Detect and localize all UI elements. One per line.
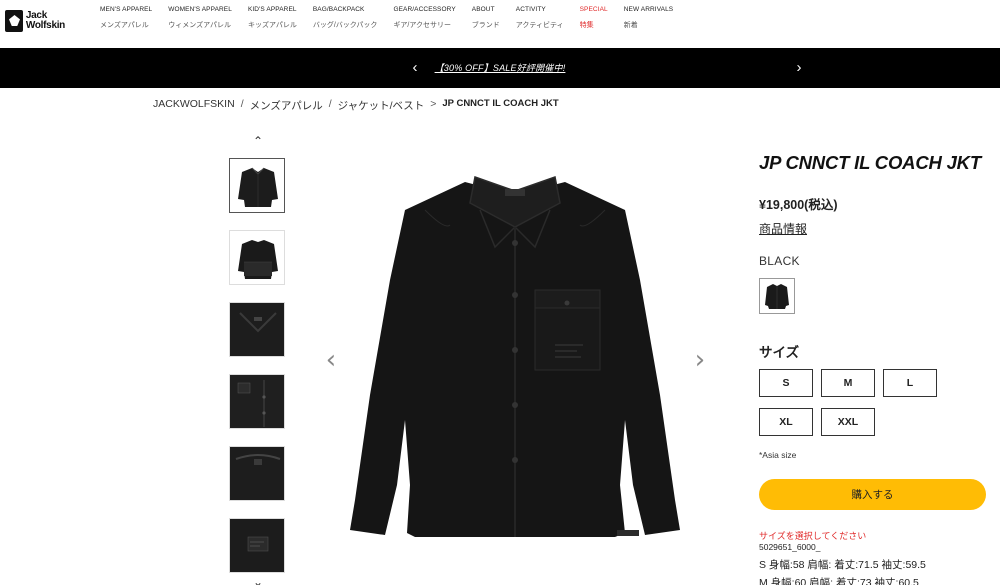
nav-item-mens[interactable]: MEN'S APPAREL メンズアパレル [100,5,152,30]
jacket-main-image [350,176,680,537]
size-required-message: サイズを選択してください [759,531,867,541]
brand-wordmark: Jack Wolfskin [26,11,65,31]
thumbnail-back[interactable] [229,230,285,285]
nav-item-en: ABOUT [471,6,495,13]
nav-item-womens[interactable]: WOMEN'S APPAREL ウィメンズアパレル [168,5,232,30]
nav-item-special[interactable]: SPECIAL 特集 [580,5,608,30]
jacket-thumbnail-image [230,375,284,428]
size-label: サイズ [759,345,800,360]
product-price: ¥19,800(税込) [759,198,838,212]
thumbnail-detail[interactable] [229,374,285,429]
size-dimensions-m: M 身幅:60 肩幅: 着丈:73 袖丈:60.5 [759,577,919,585]
breadcrumb-jackets[interactable]: ジャケット/ベスト [338,98,425,113]
nav-item-en: BAG/BACKPACK [312,6,365,13]
nav-item-jp: 特集 [579,22,594,29]
thumbnail-front[interactable] [229,158,285,213]
jacket-swatch-image [765,284,789,309]
product-sku: 5029651_6000_ [759,542,821,552]
promo-banner-link[interactable]: 【30% OFF】SALE好評開催中! [0,61,1000,74]
size-option-l[interactable]: L [883,369,937,397]
nav-item-jp: キッズアパレル [247,22,297,29]
nav-item-jp: メンズアパレル [100,22,149,29]
thumbnail-collar[interactable] [229,302,285,357]
buy-button[interactable]: 購入する [759,479,986,510]
color-swatch-black[interactable] [759,278,795,314]
nav-item-jp: ブランド [471,22,500,29]
chevron-right-icon[interactable]: › [690,345,710,375]
product-info-link[interactable]: 商品情報 [759,220,807,237]
chevron-left-icon[interactable]: ‹ [321,345,341,375]
nav-item-en: NEW ARRIVALS [623,6,674,13]
paw-logo-icon [5,10,23,32]
nav-item-jp: ギア/アクセサリー [393,22,452,29]
jacket-thumbnail-image [238,167,278,207]
nav-item-jp: ウィメンズアパレル [168,22,232,29]
jacket-thumbnail-image [230,303,284,356]
chevron-up-icon[interactable]: ⌃ [250,134,266,150]
jacket-thumbnail-image [230,519,284,572]
breadcrumb: JACKWOLFSKIN / メンズアパレル / ジャケット/ベスト > JP … [153,98,559,113]
nav-item-en: WOMEN'S APPAREL [168,6,232,13]
nav-item-kids[interactable]: KID'S APPAREL キッズアパレル [248,5,297,30]
nav-item-new-arrivals[interactable]: NEW ARRIVALS 新着 [624,5,673,30]
product-title: JP CNNCT IL COACH JKT [759,152,981,173]
nav-item-bags[interactable]: BAG/BACKPACK バッグ/バックパック [313,5,378,30]
breadcrumb-current: JP CNNCT IL COACH JKT [442,98,559,109]
color-name: BLACK [759,254,800,268]
site-header: Jack Wolfskin MEN'S APPAREL メンズアパレル WOME… [0,0,1000,48]
size-option-xl[interactable]: XL [759,408,813,436]
nav-item-en: KID'S APPAREL [247,6,297,13]
thumbnail-back-collar[interactable] [229,446,285,501]
jacket-thumbnail-image [238,240,278,279]
breadcrumb-current-marker: > [430,98,437,110]
chevron-right-icon[interactable]: › [789,58,809,78]
nav-item-about[interactable]: ABOUT ブランド [472,5,500,30]
chevron-down-icon[interactable]: ⌄ [250,575,266,585]
nav-item-en: SPECIAL [579,6,608,13]
nav-item-en: ACTIVITY [515,6,546,13]
nav-item-gear[interactable]: GEAR/ACCESSORY ギア/アクセサリー [393,5,455,30]
main-nav: MEN'S APPAREL メンズアパレル WOMEN'S APPAREL ウィ… [100,5,689,30]
main-product-image[interactable] [315,155,715,585]
breadcrumb-separator: / [240,98,244,110]
breadcrumb-separator: / [328,98,332,110]
jacket-thumbnail-image [230,447,284,500]
nav-item-en: GEAR/ACCESSORY [393,6,456,13]
brand-name-line2: Wolfskin [25,20,65,31]
size-note: *Asia size [759,450,797,460]
nav-item-activity[interactable]: ACTIVITY アクティビティ [516,5,564,30]
promo-banner: ‹ 【30% OFF】SALE好評開催中! › [0,48,1000,88]
size-option-m[interactable]: M [821,369,875,397]
breadcrumb-mens[interactable]: メンズアパレル [250,98,323,113]
nav-item-jp: アクティビティ [515,22,564,29]
thumbnail-label[interactable] [229,518,285,573]
breadcrumb-home[interactable]: JACKWOLFSKIN [153,98,235,113]
nav-item-jp: 新着 [623,22,638,29]
size-option-xxl[interactable]: XXL [821,408,875,436]
brand-logo[interactable]: Jack Wolfskin [5,6,65,36]
nav-item-jp: バッグ/バックパック [312,22,378,29]
size-dimensions-s: S 身幅:58 肩幅: 着丈:71.5 袖丈:59.5 [759,559,926,571]
nav-item-en: MEN'S APPAREL [100,6,153,13]
size-option-s[interactable]: S [759,369,813,397]
